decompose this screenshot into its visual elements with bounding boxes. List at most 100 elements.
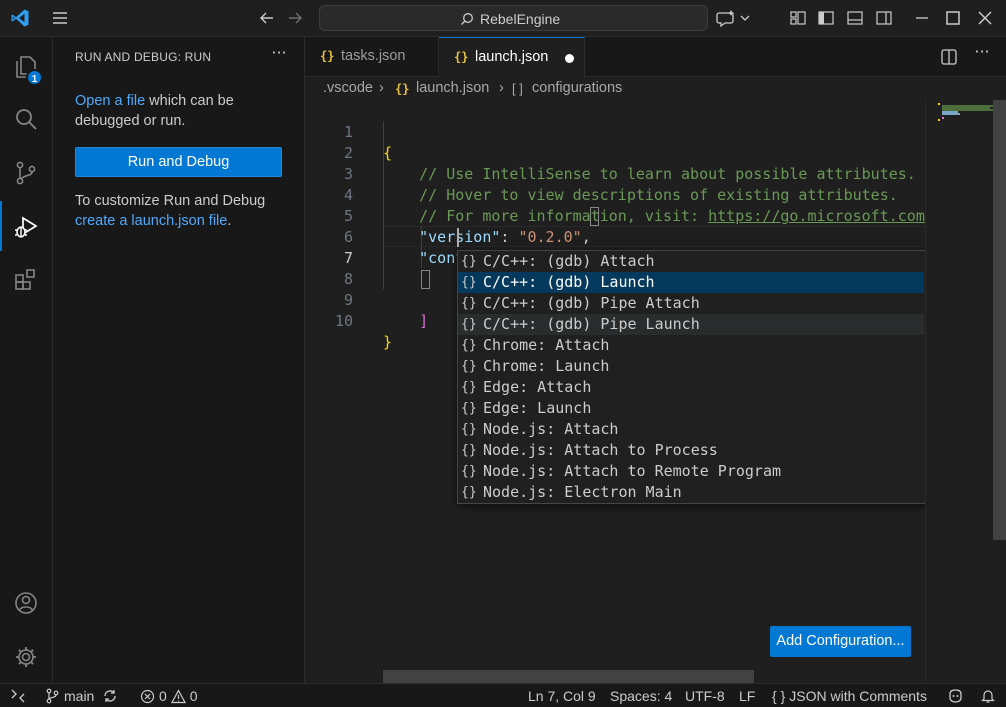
snippet-icon: {}	[461, 296, 477, 311]
unsaved-dot-icon[interactable]	[565, 54, 574, 63]
toggle-primary-sidebar-icon[interactable]	[817, 9, 835, 27]
create-launch-json-link[interactable]: create a launch.json file	[75, 213, 227, 229]
snippet-icon: {}	[461, 359, 477, 374]
snippet-icon: {}	[461, 485, 477, 500]
problems-indicator[interactable]: 0 0	[140, 687, 198, 705]
minimize-icon[interactable]	[913, 9, 931, 27]
notifications[interactable]	[980, 687, 996, 705]
title-bar: RebelEngine	[0, 0, 1006, 37]
activity-bar: 1	[0, 37, 53, 683]
toggle-panel-icon[interactable]	[846, 9, 864, 27]
open-file-link[interactable]: Open a file	[75, 93, 145, 109]
horizontal-scrollbar[interactable]	[383, 670, 754, 683]
code-line: 6 "configurations": [	[305, 206, 925, 267]
status-bar: main 0 0 Ln 7, Col 9 Spaces: 4 UTF-8 LF …	[0, 683, 1006, 707]
split-editor-icon[interactable]	[940, 48, 958, 66]
vscode-logo-icon	[11, 9, 29, 27]
bracket-match-highlight	[590, 207, 599, 226]
json-file-icon: {}	[395, 82, 410, 96]
breadcrumb-folder[interactable]: .vscode	[323, 80, 373, 96]
arrow-right-icon[interactable]	[285, 8, 305, 28]
suggestion-item[interactable]: {} C/C++: (gdb) Pipe Attach	[458, 293, 924, 314]
activity-search[interactable]	[0, 93, 53, 143]
suggestion-item[interactable]: {} Chrome: Attach	[458, 335, 924, 356]
code-line: 4 // For more information, visit: https:…	[305, 164, 925, 225]
editor-more-actions-button[interactable]: ···	[972, 44, 992, 66]
suggestion-label: C/C++: (gdb) Pipe Launch	[483, 315, 700, 333]
remote-indicator[interactable]	[10, 687, 26, 705]
brace-token: }	[383, 333, 393, 351]
chevron-right-icon: ›	[499, 80, 504, 96]
breadcrumb-file[interactable]: launch.json	[416, 80, 489, 96]
suggestion-label: Chrome: Launch	[483, 357, 610, 375]
activity-run-debug[interactable]	[0, 201, 53, 251]
command-center-search[interactable]: RebelEngine	[319, 5, 708, 31]
text-cursor	[457, 228, 459, 247]
run-debug-icon	[15, 216, 38, 238]
more-actions-button[interactable]: ···	[269, 45, 289, 67]
encoding[interactable]: UTF-8	[685, 687, 725, 705]
suggestion-item-selected[interactable]: {} C/C++: (gdb) Launch	[458, 272, 924, 293]
activity-accounts[interactable]	[0, 577, 53, 627]
suggestion-label: C/C++: (gdb) Attach	[483, 252, 655, 270]
suggestion-item[interactable]: {} Edge: Attach	[458, 377, 924, 398]
activity-extensions[interactable]	[0, 253, 53, 303]
tab-launch-json[interactable]: {} launch.json	[439, 37, 585, 78]
menu-icon[interactable]	[51, 9, 69, 27]
branch-indicator[interactable]: main	[45, 687, 118, 705]
code-line: 7	[305, 227, 925, 267]
tab-tasks-json[interactable]: {} tasks.json	[305, 37, 439, 77]
snippet-icon: {}	[461, 422, 477, 437]
vertical-scrollbar[interactable]	[993, 100, 1006, 540]
workspace-name: RebelEngine	[480, 11, 561, 27]
copilot-icon[interactable]	[716, 8, 752, 28]
suggestion-item[interactable]: {} C/C++: (gdb) Attach	[458, 251, 924, 272]
minimap-line	[938, 103, 940, 105]
warning-icon	[170, 688, 186, 703]
cursor-position[interactable]: Ln 7, Col 9	[528, 687, 596, 705]
breadcrumb: .vscode › {} launch.json › [ ] configura…	[305, 78, 925, 100]
suggestion-item[interactable]: {} Node.js: Electron Main	[458, 482, 924, 503]
close-icon[interactable]	[976, 9, 994, 27]
bracket-match-highlight	[421, 270, 430, 289]
suggestion-label: Node.js: Attach to Remote Program	[483, 462, 782, 480]
suggestion-item-hover[interactable]: {} C/C++: (gdb) Pipe Launch	[458, 314, 924, 335]
activity-source-control[interactable]	[0, 147, 53, 197]
error-icon	[140, 689, 155, 703]
json-file-icon: {}	[320, 49, 335, 63]
end-of-line[interactable]: LF	[739, 687, 755, 705]
account-icon	[15, 592, 37, 614]
toggle-secondary-sidebar-icon[interactable]	[875, 9, 893, 27]
sidebar-title: RUN AND DEBUG: RUN	[75, 50, 212, 64]
customize-suffix: .	[227, 213, 232, 229]
breadcrumb-symbol[interactable]: configurations	[532, 80, 622, 96]
suggestion-item[interactable]: {} Chrome: Launch	[458, 356, 924, 377]
copilot-status[interactable]	[947, 687, 964, 705]
minimap-line	[942, 113, 960, 115]
suggestion-label: C/C++: (gdb) Launch	[483, 273, 655, 291]
minimap-line	[938, 119, 940, 121]
branch-icon	[46, 688, 59, 704]
customize-layout-icon[interactable]	[789, 9, 807, 27]
maximize-icon[interactable]	[944, 9, 962, 27]
language-mode[interactable]: { } JSON with Comments	[772, 687, 927, 705]
run-and-debug-button[interactable]: Run and Debug	[75, 147, 282, 177]
arrow-left-icon[interactable]	[257, 8, 277, 28]
suggestion-label: Node.js: Electron Main	[483, 483, 682, 501]
suggestion-label: C/C++: (gdb) Pipe Attach	[483, 294, 700, 312]
search-icon	[461, 13, 473, 25]
json-file-icon: {}	[454, 50, 469, 64]
activity-explorer[interactable]: 1	[0, 41, 53, 91]
tab-label: launch.json	[475, 49, 549, 65]
suggestion-item[interactable]: {} Edge: Launch	[458, 398, 924, 419]
line-number: 10	[334, 312, 353, 330]
suggestion-item[interactable]: {} Node.js: Attach to Remote Program	[458, 461, 924, 482]
suggestion-item[interactable]: {} Node.js: Attach	[458, 419, 924, 440]
suggestion-label: Edge: Launch	[483, 399, 592, 417]
customize-prefix: To customize Run and Debug	[75, 193, 266, 209]
activity-manage[interactable]	[0, 631, 53, 681]
snippet-icon: {}	[461, 464, 477, 479]
add-configuration-button[interactable]: Add Configuration...	[770, 626, 911, 657]
indentation[interactable]: Spaces: 4	[610, 687, 672, 705]
suggestion-item[interactable]: {} Node.js: Attach to Process	[458, 440, 924, 461]
